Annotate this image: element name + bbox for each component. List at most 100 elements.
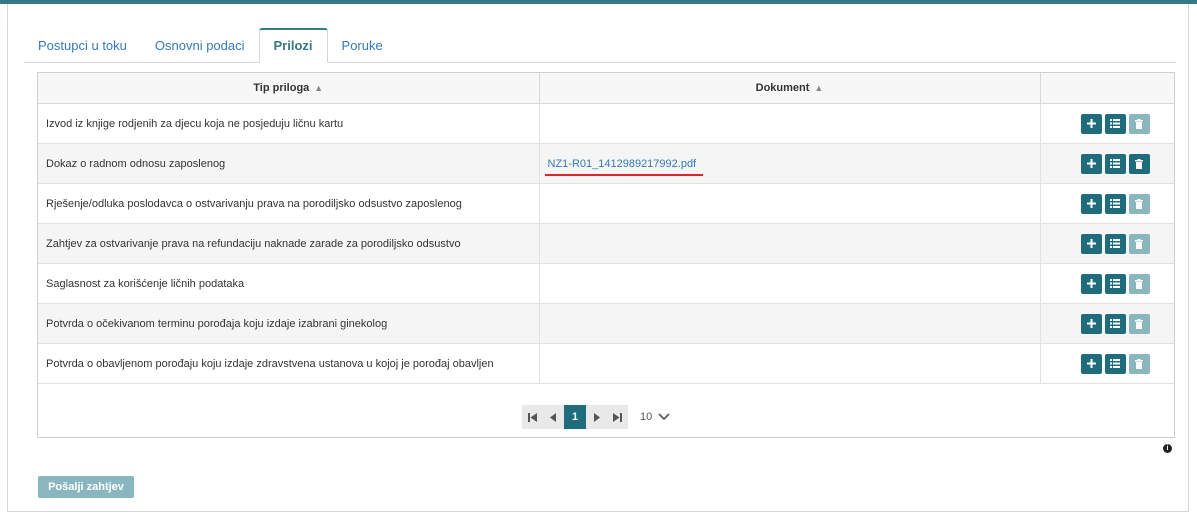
dokument-cell: NZ1-R01_1412989217992.pdf <box>539 143 1041 184</box>
trash-icon <box>1135 198 1143 209</box>
tip-priloga-cell: Dokaz o radnom odnosu zaposlenog <box>38 143 540 184</box>
add-button[interactable] <box>1080 153 1102 174</box>
add-button[interactable] <box>1080 233 1102 254</box>
next-page-icon <box>594 412 600 422</box>
column-header-label: Dokument <box>755 82 810 94</box>
first-page-button[interactable] <box>522 405 543 429</box>
actions-cell <box>1040 143 1175 184</box>
tab-osnovni-podaci[interactable]: Osnovni podaci <box>141 28 259 63</box>
plus-icon <box>1086 119 1096 128</box>
trash-icon <box>1135 318 1143 329</box>
trash-icon <box>1135 238 1143 249</box>
list-icon <box>1110 359 1120 368</box>
table-row: Potvrda o obavljenom porođaju koju izdaj… <box>38 343 1175 384</box>
plus-icon <box>1086 319 1096 328</box>
plus-icon <box>1086 199 1096 208</box>
send-request-button[interactable]: Pošalji zahtjev <box>38 476 134 498</box>
row-actions <box>1080 313 1175 334</box>
table-row: Dokaz o radnom odnosu zaposlenog NZ1-R01_… <box>38 143 1175 184</box>
list-icon <box>1110 279 1120 288</box>
dokument-cell <box>539 183 1041 224</box>
list-button[interactable] <box>1104 273 1126 294</box>
list-icon <box>1110 119 1120 128</box>
sort-icon: ▲︎ <box>314 83 324 93</box>
page-number-current[interactable]: 1 <box>564 405 586 429</box>
actions-cell <box>1040 343 1175 384</box>
list-icon <box>1110 199 1120 208</box>
table-header-row: Tip priloga ▲︎ Dokument ▲︎ <box>38 73 1174 104</box>
tip-priloga-cell: Saglasnost za korišćenje ličnih podataka <box>38 263 540 304</box>
plus-icon <box>1086 279 1096 288</box>
trash-icon <box>1135 118 1143 129</box>
add-button[interactable] <box>1080 113 1102 134</box>
row-actions <box>1080 353 1175 374</box>
first-page-icon <box>528 412 537 422</box>
sort-icon: ▲︎ <box>814 83 824 93</box>
next-page-button[interactable] <box>586 405 607 429</box>
dokument-cell <box>539 343 1041 384</box>
chevron-down-icon <box>658 413 670 421</box>
add-button[interactable] <box>1080 273 1102 294</box>
tab-bar: Postupci u toku Osnovni podaci Prilozi P… <box>24 28 397 63</box>
add-button[interactable] <box>1080 313 1102 334</box>
list-button[interactable] <box>1104 193 1126 214</box>
tab-prilozi[interactable]: Prilozi <box>258 28 328 63</box>
list-icon <box>1110 319 1120 328</box>
row-actions <box>1080 193 1175 214</box>
list-button[interactable] <box>1104 353 1126 374</box>
list-button[interactable] <box>1104 233 1126 254</box>
list-button[interactable] <box>1104 313 1126 334</box>
document-link[interactable]: NZ1-R01_1412989217992.pdf <box>544 158 703 176</box>
row-actions <box>1080 273 1175 294</box>
last-page-icon <box>613 412 622 422</box>
table-body: Izvod iz knjige rodjenih za djecu koja n… <box>38 103 1175 384</box>
delete-button[interactable] <box>1128 313 1150 334</box>
dokument-cell <box>539 303 1041 344</box>
last-page-button[interactable] <box>607 405 628 429</box>
add-button[interactable] <box>1080 353 1102 374</box>
plus-icon <box>1086 239 1096 248</box>
list-button[interactable] <box>1104 153 1126 174</box>
table-row: Izvod iz knjige rodjenih za djecu koja n… <box>38 103 1175 144</box>
tab-postupci-u-toku[interactable]: Postupci u toku <box>24 28 141 63</box>
table-row: Saglasnost za korišćenje ličnih podataka <box>38 263 1175 304</box>
actions-cell <box>1040 223 1175 264</box>
prev-page-button[interactable] <box>543 405 564 429</box>
delete-button[interactable] <box>1128 233 1150 254</box>
attachments-table: Tip priloga ▲︎ Dokument ▲︎ Izvod iz knjige… <box>38 73 1174 384</box>
row-actions <box>1080 233 1175 254</box>
row-actions <box>1080 113 1175 134</box>
actions-cell <box>1040 103 1175 144</box>
actions-cell <box>1040 183 1175 224</box>
page-size-value: 10 <box>640 411 653 423</box>
delete-button[interactable] <box>1128 273 1150 294</box>
info-icon[interactable]: i <box>1163 444 1172 453</box>
trash-icon <box>1135 278 1143 289</box>
list-icon <box>1110 239 1120 248</box>
dokument-cell <box>539 103 1041 144</box>
list-button[interactable] <box>1104 113 1126 134</box>
pagination: 1 10 <box>38 397 1174 437</box>
tip-priloga-cell: Potvrda o očekivanom terminu porođaja ko… <box>38 303 540 344</box>
plus-icon <box>1086 159 1096 168</box>
column-header-tip-priloga[interactable]: Tip priloga ▲︎ <box>38 73 540 104</box>
tip-priloga-cell: Zahtjev za ostvarivanje prava na refunda… <box>38 223 540 264</box>
add-button[interactable] <box>1080 193 1102 214</box>
trash-icon <box>1135 358 1143 369</box>
delete-button[interactable] <box>1128 353 1150 374</box>
actions-cell <box>1040 263 1175 304</box>
delete-button[interactable] <box>1128 193 1150 214</box>
delete-button[interactable] <box>1128 113 1150 134</box>
dokument-cell <box>539 263 1041 304</box>
delete-button[interactable] <box>1128 153 1150 174</box>
tab-poruke[interactable]: Poruke <box>328 28 397 63</box>
column-header-dokument[interactable]: Dokument ▲︎ <box>539 73 1041 104</box>
list-icon <box>1110 159 1120 168</box>
attachments-grid: Tip priloga ▲︎ Dokument ▲︎ Izvod iz knjige… <box>37 72 1175 438</box>
column-header-label: Tip priloga <box>253 82 310 94</box>
row-actions <box>1080 153 1175 174</box>
tab-divider <box>24 62 1176 63</box>
actions-cell <box>1040 303 1175 344</box>
page-size-select[interactable]: 10 <box>640 405 690 429</box>
table-row: Potvrda o očekivanom terminu porođaja ko… <box>38 303 1175 344</box>
